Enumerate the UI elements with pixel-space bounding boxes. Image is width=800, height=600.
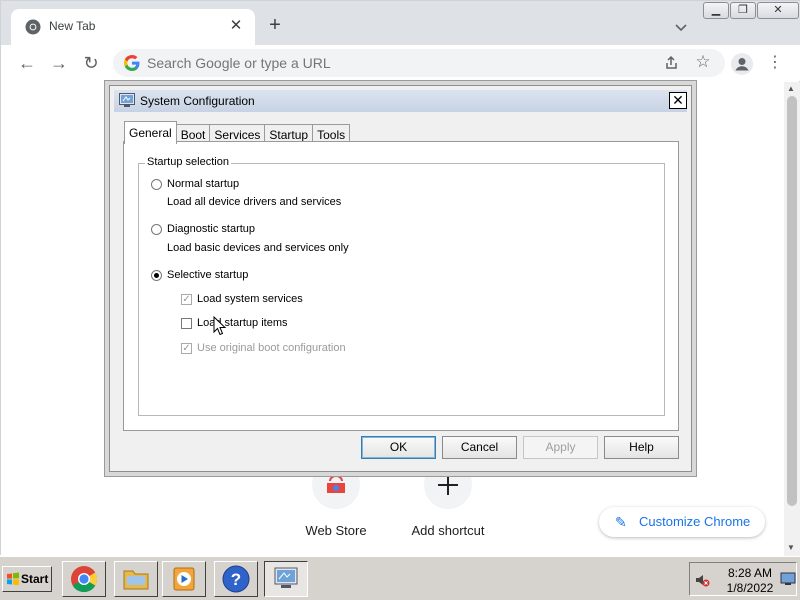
network-icon[interactable] (780, 571, 796, 587)
taskbar-chrome[interactable] (62, 561, 106, 597)
radio-normal-startup[interactable] (151, 179, 162, 190)
start-label: Start (21, 572, 49, 586)
shortcut-add[interactable]: Add shortcut (393, 461, 503, 538)
taskbar: Start ? 8:28 AM 1/8/2022 (0, 556, 800, 600)
tab-strip: New Tab ✕ + ▁ ❐ ✕ (1, 1, 800, 45)
shortcut-label: Web Store (305, 523, 367, 538)
help-icon: ? (222, 565, 250, 593)
checkbox-load-startup-items[interactable] (181, 318, 192, 329)
mouse-pointer-icon (213, 316, 227, 336)
tab-title: New Tab (49, 19, 96, 33)
forward-icon[interactable]: → (47, 51, 71, 75)
bookmark-star-icon[interactable]: ☆ (693, 52, 713, 72)
menu-icon[interactable]: ⋮ (767, 51, 783, 75)
profile-icon[interactable] (731, 53, 753, 75)
window-close-icon[interactable]: ✕ (757, 2, 799, 19)
msconfig-icon (119, 93, 135, 107)
load-startup-items-label[interactable]: Load startup items (197, 317, 288, 329)
msconfig-icon (274, 567, 298, 588)
dialog-titlebar[interactable]: System Configuration ✕ (114, 90, 687, 112)
omnibox-input[interactable] (147, 53, 647, 73)
scrollbar-thumb[interactable] (787, 96, 797, 506)
back-icon[interactable]: ← (15, 51, 39, 75)
browser-toolbar: ← → ↻ ☆ ⋮ (1, 45, 800, 81)
customize-chrome-button[interactable]: ✎ Customize Chrome (599, 507, 765, 537)
use-original-boot-config-label: Use original boot configuration (197, 342, 346, 354)
clock-time[interactable]: 8:28 AM (724, 566, 776, 580)
dialog-close-icon[interactable]: ✕ (669, 92, 687, 109)
google-g-icon (124, 55, 140, 71)
diagnostic-startup-description: Load basic devices and services only (167, 242, 349, 254)
radio-selective-startup[interactable] (151, 270, 162, 281)
start-button[interactable]: Start (2, 566, 52, 592)
page-scrollbar[interactable]: ▲ ▼ (784, 82, 800, 556)
volume-muted-icon[interactable] (694, 572, 710, 588)
radio-diagnostic-startup[interactable] (151, 224, 162, 235)
svg-text:?: ? (231, 570, 241, 589)
normal-startup-description: Load all device drivers and services (167, 196, 342, 208)
dialog-title: System Configuration (140, 94, 255, 108)
taskbar-help[interactable]: ? (214, 561, 258, 597)
scroll-up-icon[interactable]: ▲ (787, 84, 795, 93)
tab-search-icon[interactable] (671, 17, 691, 37)
tab-new-tab[interactable]: New Tab ✕ (11, 9, 255, 45)
system-tray: 8:28 AM 1/8/2022 (689, 562, 797, 596)
general-tab-panel: Startup selection Normal startup Load al… (123, 141, 679, 431)
windows-flag-icon (7, 572, 19, 586)
tab-close-icon[interactable]: ✕ (227, 17, 245, 35)
help-button[interactable]: Help (604, 436, 679, 459)
taskbar-media-player[interactable] (162, 561, 206, 597)
minimize-icon[interactable]: ▁ (703, 2, 729, 19)
selective-startup-label[interactable]: Selective startup (167, 269, 248, 281)
checkbox-load-system-services[interactable]: ✓ (181, 294, 192, 305)
reload-icon[interactable]: ↻ (79, 51, 103, 75)
scroll-down-icon[interactable]: ▼ (787, 543, 795, 552)
cancel-button[interactable]: Cancel (442, 436, 517, 459)
window-controls: ▁ ❐ ✕ (703, 2, 799, 19)
share-icon[interactable] (661, 53, 681, 73)
pencil-icon: ✎ (615, 514, 627, 530)
diagnostic-startup-label[interactable]: Diagnostic startup (167, 223, 255, 235)
clock-date[interactable]: 1/8/2022 (724, 581, 776, 595)
system-configuration-dialog: System Configuration ✕ General Boot Serv… (109, 85, 692, 472)
chrome-icon (71, 565, 98, 593)
tab-general[interactable]: General (124, 121, 177, 144)
group-legend: Startup selection (145, 156, 231, 168)
explorer-icon (123, 570, 149, 590)
maximize-icon[interactable]: ❐ (730, 2, 756, 19)
shortcut-web-store[interactable]: Web Store (281, 461, 391, 538)
checkbox-use-original-boot-config: ✓ (181, 343, 192, 354)
media-player-icon (173, 567, 195, 591)
apply-button: Apply (523, 436, 598, 459)
startup-selection-group: Startup selection Normal startup Load al… (138, 156, 665, 416)
normal-startup-label[interactable]: Normal startup (167, 178, 239, 190)
load-system-services-label[interactable]: Load system services (197, 293, 303, 305)
omnibox[interactable]: ☆ (113, 49, 725, 77)
customize-chrome-label: Customize Chrome (639, 514, 751, 529)
chrome-favicon (25, 19, 41, 35)
new-tab-icon[interactable]: + (265, 15, 285, 35)
taskbar-explorer[interactable] (114, 561, 158, 597)
ok-button[interactable]: OK (361, 436, 436, 459)
taskbar-msconfig[interactable] (264, 561, 308, 597)
shortcut-label: Add shortcut (411, 523, 485, 538)
